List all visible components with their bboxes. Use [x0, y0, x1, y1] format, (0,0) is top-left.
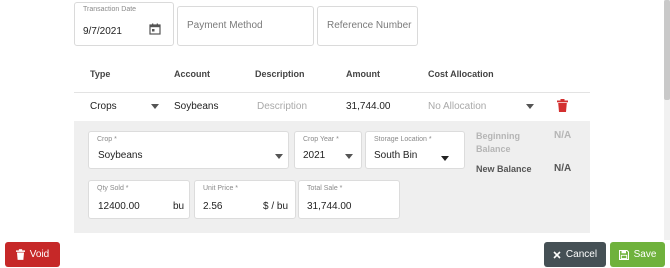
crop-select[interactable]: Crop * Soybeans [88, 131, 289, 169]
amount-value: 31,744.00 [346, 101, 391, 112]
trash-icon[interactable] [557, 99, 568, 112]
qty-sold-unit: bu [173, 201, 185, 212]
new-balance-label: New Balance [476, 164, 532, 174]
chevron-down-icon [345, 154, 353, 159]
qty-sold-value: 12400.00 [98, 201, 140, 212]
crop-value: Soybeans [98, 150, 143, 161]
unit-price-label: Unit Price * [203, 185, 239, 192]
close-icon [553, 250, 561, 259]
type-select[interactable]: Crops [86, 96, 162, 116]
header-amount: Amount [346, 69, 380, 79]
unit-price-unit: $ / bu [263, 201, 289, 212]
qty-sold-field[interactable]: Qty Sold * 12400.00 bu [88, 180, 190, 219]
transaction-date-value: 9/7/2021 [83, 26, 122, 37]
cost-allocation-select[interactable]: No Allocation [424, 96, 536, 116]
reference-number-placeholder: Reference Number [327, 20, 412, 31]
transaction-date-label: Transaction Date [83, 6, 137, 13]
void-label: Void [29, 249, 50, 260]
total-sale-value: 31,744.00 [307, 201, 352, 212]
chevron-down-icon [526, 104, 534, 109]
chevron-down-icon [441, 156, 449, 161]
unit-price-field[interactable]: Unit Price * 2.56 $ / bu [194, 180, 296, 219]
description-input[interactable]: Description [257, 101, 307, 112]
payment-method-field[interactable]: Payment Method [177, 6, 314, 46]
header-description: Description [255, 69, 305, 79]
crop-label: Crop * [97, 136, 117, 143]
header-type: Type [90, 69, 111, 79]
total-sale-label: Total Sale * [307, 185, 343, 192]
cost-allocation-value: No Allocation [428, 101, 487, 112]
storage-location-label: Storage Location * [374, 136, 432, 143]
beginning-balance-value: N/A [554, 130, 572, 141]
floppy-disk-icon [618, 249, 629, 260]
transaction-date-field[interactable]: Transaction Date 9/7/2021 [74, 2, 174, 46]
cancel-button[interactable]: Cancel [544, 242, 606, 267]
scrollbar-track[interactable] [664, 0, 670, 240]
beginning-balance-label: Beginning Balance [476, 131, 520, 154]
calendar-icon[interactable] [149, 23, 161, 35]
payment-method-placeholder: Payment Method [187, 20, 263, 31]
account-value[interactable]: Soybeans [174, 101, 218, 112]
crop-year-select[interactable]: Crop Year * 2021 [294, 131, 362, 169]
storage-location-select[interactable]: Storage Location * South Bin [365, 131, 465, 169]
qty-sold-label: Qty Sold * [97, 185, 129, 192]
header-cost-allocation: Cost Allocation [428, 69, 494, 79]
chevron-down-icon [275, 154, 283, 159]
new-balance-value: N/A [554, 163, 572, 174]
save-button[interactable]: Save [610, 242, 665, 267]
total-sale-field[interactable]: Total Sale * 31,744.00 [298, 180, 400, 219]
type-value: Crops [90, 101, 117, 112]
reference-number-field[interactable]: Reference Number [317, 6, 418, 46]
save-label: Save [633, 249, 657, 260]
scrollbar-thumb[interactable] [664, 0, 670, 100]
cancel-label: Cancel [565, 249, 598, 260]
header-account: Account [174, 69, 210, 79]
trash-icon [15, 249, 25, 260]
chevron-down-icon [151, 104, 159, 109]
void-button[interactable]: Void [5, 242, 60, 267]
crop-year-value: 2021 [303, 150, 326, 161]
crop-detail-panel: Crop * Soybeans Crop Year * 2021 Storage… [74, 121, 590, 233]
unit-price-value: 2.56 [203, 201, 223, 212]
storage-location-value: South Bin [374, 150, 418, 161]
crop-year-label: Crop Year * [303, 136, 339, 143]
